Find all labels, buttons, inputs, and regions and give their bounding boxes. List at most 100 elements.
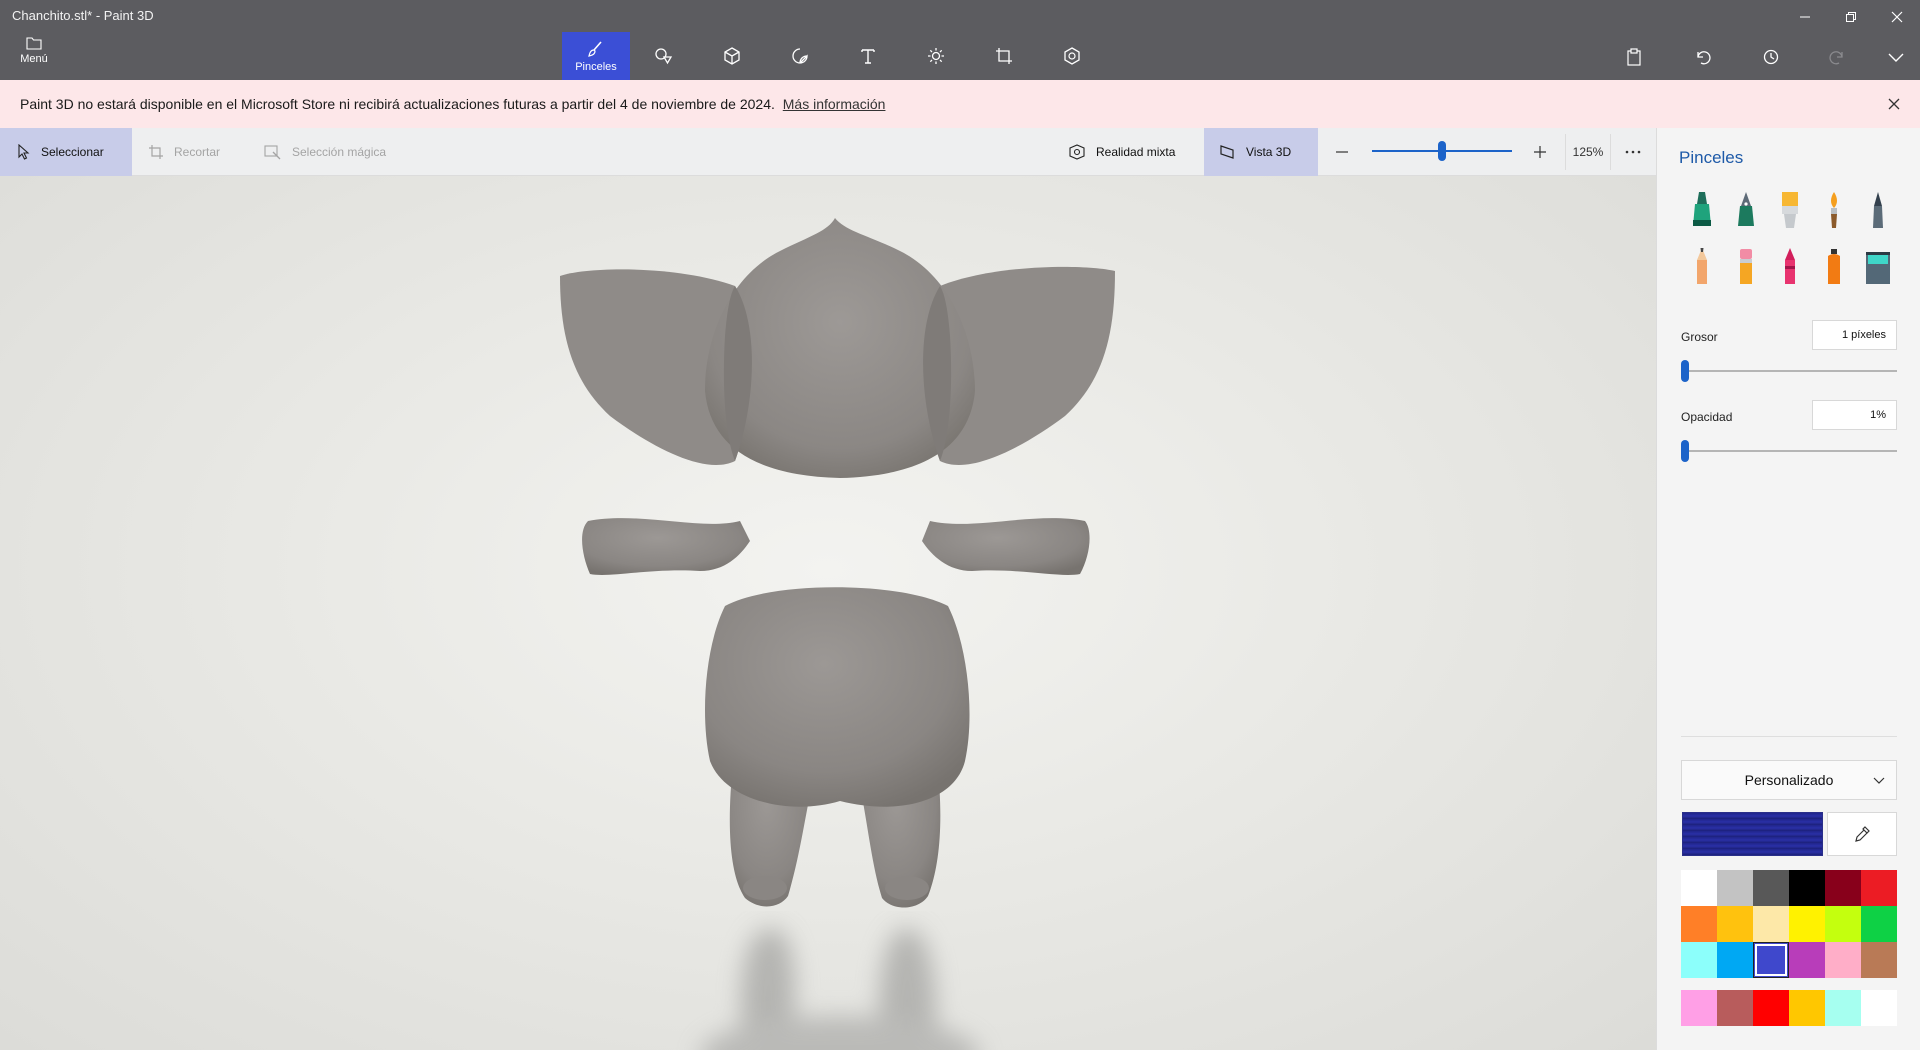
3d-shapes-icon (724, 47, 740, 65)
color-swatch-9[interactable] (1789, 906, 1825, 942)
redo-button[interactable] (1818, 42, 1858, 72)
paste-button[interactable] (1614, 42, 1654, 72)
restore-button[interactable] (1828, 2, 1874, 32)
opacity-input[interactable]: 1% (1812, 400, 1897, 430)
more-info-link[interactable]: Más información (783, 96, 886, 112)
custom-color-swatch-1[interactable] (1717, 990, 1753, 1026)
color-swatch-15[interactable] (1789, 942, 1825, 978)
chevron-down-icon (1873, 777, 1885, 784)
custom-color-swatch-4[interactable] (1825, 990, 1861, 1026)
mixed-reality-label: Realidad mixta (1096, 145, 1176, 159)
tab-stickers[interactable] (766, 32, 834, 80)
minimize-button[interactable] (1782, 2, 1828, 32)
select-button[interactable]: Seleccionar (0, 128, 132, 176)
opacity-slider-track[interactable] (1681, 450, 1897, 452)
select-label: Seleccionar (41, 145, 104, 159)
tab-canvas[interactable] (970, 32, 1038, 80)
close-window-button[interactable] (1874, 2, 1920, 32)
custom-color-swatch-5[interactable] (1861, 990, 1897, 1026)
plus-icon (1534, 146, 1546, 158)
undo-button[interactable] (1682, 42, 1722, 72)
panel-title: Pinceles (1679, 148, 1744, 167)
marker-icon (1693, 192, 1711, 226)
opacity-label: Opacidad (1681, 410, 1733, 424)
color-swatch-7[interactable] (1717, 906, 1753, 942)
tab-3d-shapes[interactable] (698, 32, 766, 80)
color-swatch-17[interactable] (1861, 942, 1897, 978)
color-swatch-10[interactable] (1825, 906, 1861, 942)
zoom-slider-thumb[interactable] (1438, 141, 1446, 161)
color-swatch-12[interactable] (1681, 942, 1717, 978)
fill-brush[interactable] (1861, 244, 1895, 288)
color-swatch-5[interactable] (1861, 870, 1897, 906)
minus-icon (1336, 151, 1348, 153)
magic-select-icon (264, 145, 281, 160)
thickness-slider-track[interactable] (1681, 370, 1897, 372)
crop-icon (149, 145, 163, 159)
3d-library-icon (1064, 47, 1080, 65)
brush-icon (588, 41, 602, 57)
calligraphy-pen-brush[interactable] (1729, 188, 1763, 232)
color-swatch-2[interactable] (1753, 870, 1789, 906)
tab-2d-shapes[interactable] (630, 32, 698, 80)
color-swatch-13[interactable] (1717, 942, 1753, 978)
color-swatch-6[interactable] (1681, 906, 1717, 942)
marker-brush[interactable] (1685, 188, 1719, 232)
color-swatch-14[interactable] (1753, 942, 1789, 978)
crop-button[interactable]: Recortar (148, 128, 220, 176)
custom-color-swatch-2[interactable] (1753, 990, 1789, 1026)
current-color-preview[interactable] (1682, 812, 1823, 856)
3d-canvas[interactable] (0, 176, 1656, 1050)
oil-brush[interactable] (1773, 188, 1807, 232)
color-swatch-1[interactable] (1717, 870, 1753, 906)
tab-effects[interactable] (902, 32, 970, 80)
color-swatch-0[interactable] (1681, 870, 1717, 906)
custom-color-swatch-0[interactable] (1681, 990, 1717, 1026)
mixed-reality-button[interactable]: Realidad mixta (1068, 128, 1175, 176)
tab-3d-library[interactable] (1038, 32, 1106, 80)
custom-color-swatch-3[interactable] (1789, 990, 1825, 1026)
pixel-pen-brush[interactable] (1861, 188, 1895, 232)
menu-button[interactable]: Menú (10, 36, 58, 74)
calligraphy-pen-icon (1738, 192, 1754, 226)
color-swatch-3[interactable] (1789, 870, 1825, 906)
tab-text[interactable] (834, 32, 902, 80)
eraser-icon (1740, 249, 1752, 284)
paste-icon (1627, 48, 1641, 66)
deprecation-notice: Paint 3D no estará disponible en el Micr… (0, 80, 1920, 128)
more-options-button[interactable] (1616, 134, 1650, 170)
tab-brushes[interactable]: Pinceles (562, 32, 630, 80)
minimize-icon (1800, 16, 1810, 18)
palette-selector[interactable]: Personalizado (1681, 760, 1897, 800)
effects-icon (928, 48, 944, 64)
opacity-slider-thumb[interactable] (1681, 440, 1689, 462)
magic-select-button[interactable]: Selección mágica (264, 128, 386, 176)
pixel-pen-icon (1873, 192, 1883, 228)
eyedropper-button[interactable] (1827, 812, 1897, 856)
color-swatch-11[interactable] (1861, 906, 1897, 942)
color-swatch-16[interactable] (1825, 942, 1861, 978)
notice-close-button[interactable] (1884, 94, 1904, 114)
view-3d-button[interactable]: Vista 3D (1204, 128, 1318, 176)
crayon-brush[interactable] (1773, 244, 1807, 288)
color-palette (1681, 870, 1897, 978)
restore-icon (1846, 12, 1856, 22)
expand-toolbar-button[interactable] (1876, 42, 1916, 72)
thickness-slider-thumb[interactable] (1681, 360, 1689, 382)
custom-color-palette (1681, 990, 1897, 1026)
eyedropper-icon (1855, 826, 1870, 842)
thickness-input[interactable]: 1 píxeles (1812, 320, 1897, 350)
history-button[interactable] (1750, 42, 1790, 72)
zoom-in-button[interactable] (1528, 142, 1552, 162)
view-3d-label: Vista 3D (1246, 145, 1292, 159)
eraser-brush[interactable] (1729, 244, 1763, 288)
color-swatch-8[interactable] (1753, 906, 1789, 942)
color-swatch-4[interactable] (1825, 870, 1861, 906)
pencil-brush[interactable] (1685, 244, 1719, 288)
stickers-icon (792, 48, 808, 64)
zoom-percentage[interactable]: 125% (1565, 134, 1611, 170)
spray-can-brush[interactable] (1817, 244, 1851, 288)
zoom-out-button[interactable] (1330, 142, 1354, 162)
3d-model-view[interactable] (0, 176, 1656, 1050)
watercolor-brush[interactable] (1817, 188, 1851, 232)
